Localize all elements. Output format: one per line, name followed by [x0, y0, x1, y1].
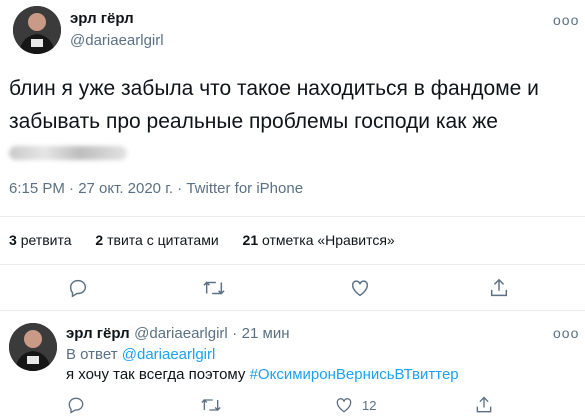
- divider: [0, 310, 585, 311]
- reply-time[interactable]: 21 мин: [242, 325, 290, 342]
- share-icon[interactable]: [488, 277, 510, 299]
- likes-stat[interactable]: 21 отметка «Нравится»: [243, 232, 395, 248]
- blurred-content: [9, 146, 127, 160]
- author-avatar[interactable]: [13, 6, 61, 54]
- reply-to-prefix: В ответ: [66, 346, 118, 363]
- retweets-stat[interactable]: 3 ретвита: [9, 232, 72, 248]
- author-name[interactable]: эрл гёрл: [70, 10, 134, 27]
- reply-author-handle[interactable]: @dariaearlgirl: [134, 325, 228, 342]
- reply-text: я хочу так всегда поэтому #ОксимиронВерн…: [66, 366, 459, 383]
- reply-author-name[interactable]: эрл гёрл: [66, 325, 130, 342]
- quotes-stat[interactable]: 2 твита с цитатами: [95, 232, 218, 248]
- tweet-timestamp[interactable]: 6:15 PM · 27 окт. 2020 г. · Twitter for …: [9, 180, 303, 197]
- avatar-image: [9, 323, 57, 371]
- reply-icon[interactable]: [67, 277, 89, 299]
- like-icon[interactable]: [349, 277, 371, 299]
- reply-to-handle-link[interactable]: @dariaearlgirl: [122, 346, 216, 363]
- hashtag-link[interactable]: #ОксимиронВернисьВТвиттер: [250, 366, 459, 383]
- reply-to-line: В ответ @dariaearlgirl: [66, 346, 215, 363]
- reply-reply-icon[interactable]: [66, 395, 86, 415]
- reply-like-count: 12: [362, 398, 377, 413]
- author-handle[interactable]: @dariaearlgirl: [70, 32, 164, 49]
- reply-more-options-icon[interactable]: ooo: [553, 325, 579, 341]
- separator-dot: ·: [232, 325, 238, 342]
- reply-retweet-icon[interactable]: [200, 395, 222, 415]
- reply-author-avatar[interactable]: [9, 323, 57, 371]
- divider: [0, 264, 585, 265]
- more-options-icon[interactable]: ooo: [553, 12, 579, 28]
- divider: [0, 216, 585, 217]
- retweet-icon[interactable]: [202, 277, 226, 299]
- reply-share-icon[interactable]: [474, 395, 494, 415]
- tweet-text: блин я уже забыла что такое находиться в…: [9, 77, 539, 133]
- avatar-image: [13, 6, 61, 54]
- reply-like-icon[interactable]: [334, 395, 354, 415]
- reply-text-plain: я хочу так всегда поэтому: [66, 366, 246, 383]
- tweet-stats: 3 ретвита 2 твита с цитатами 21 отметка …: [9, 232, 395, 248]
